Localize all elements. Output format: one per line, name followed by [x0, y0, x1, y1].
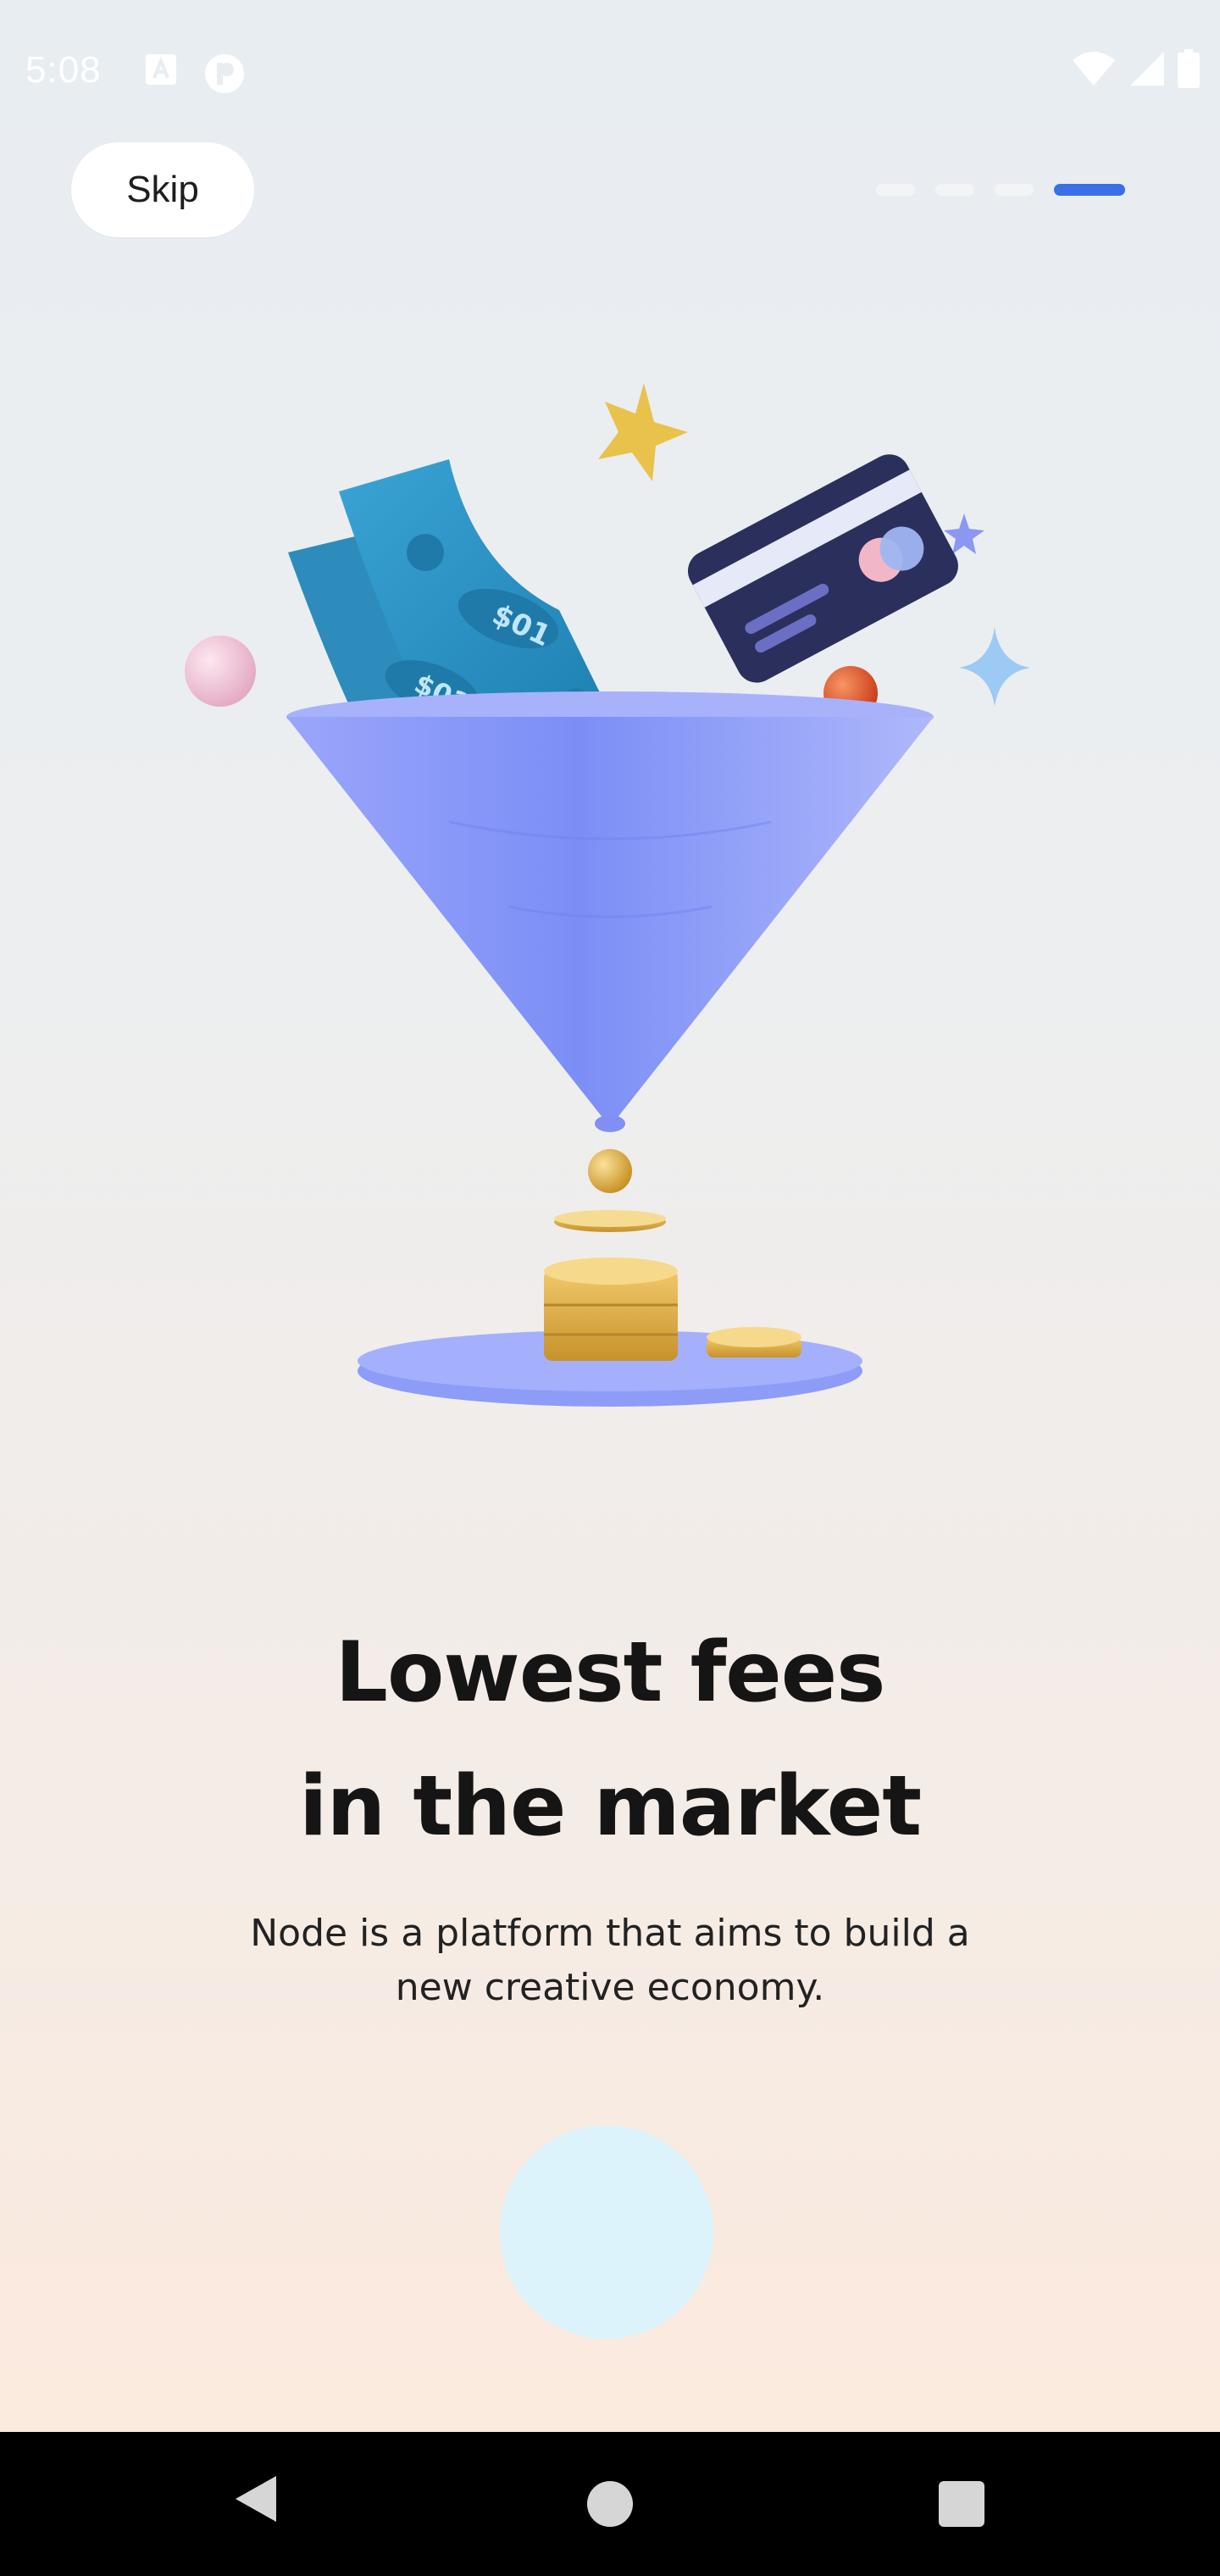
page-indicator [876, 184, 1125, 196]
back-icon[interactable] [230, 2473, 281, 2525]
page-indicator-dot [876, 184, 915, 196]
next-button[interactable] [500, 2125, 713, 2339]
headline-line: Lowest fees [335, 1624, 886, 1721]
page-indicator-dot-active [1054, 184, 1125, 196]
headline-line: in the market [298, 1758, 922, 1855]
subtitle: Node is a platform that aims to build a … [186, 1907, 1034, 2015]
subtitle-line: new creative economy. [395, 1966, 825, 2009]
status-time: 5:08 [25, 49, 102, 91]
skip-button[interactable]: Skip [71, 142, 254, 237]
signal-icon [1130, 52, 1164, 86]
a-app-icon [146, 54, 176, 85]
status-bar: 5:08 [0, 0, 1220, 144]
page-indicator-dot [935, 184, 974, 196]
page-indicator-dot [995, 184, 1034, 196]
headline: Lowest fees in the market [102, 1606, 1118, 1874]
funnel-with-money-illustration: $01 $01 [185, 383, 1030, 1407]
p-app-icon [205, 54, 244, 93]
subtitle-line: Node is a platform that aims to build a [250, 1912, 970, 1955]
home-icon[interactable] [587, 2481, 633, 2527]
recents-icon[interactable] [939, 2481, 984, 2527]
wifi-icon [1073, 52, 1115, 86]
battery-icon [1178, 49, 1200, 88]
